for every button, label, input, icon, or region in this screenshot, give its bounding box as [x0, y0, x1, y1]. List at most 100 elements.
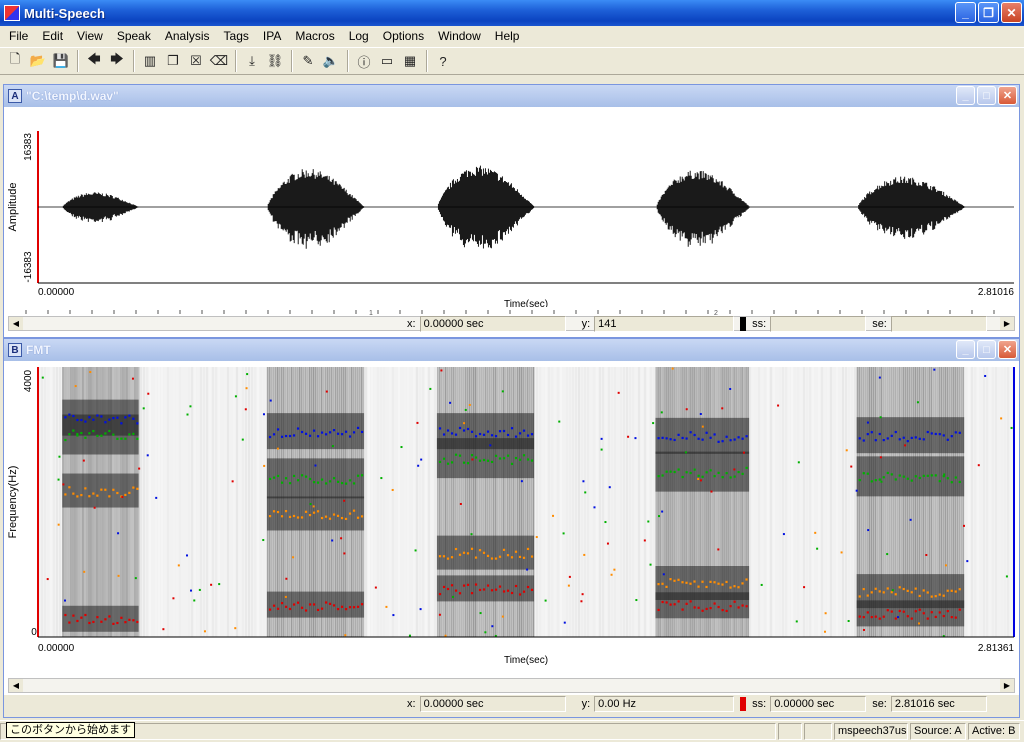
formant-point-f3	[462, 461, 466, 464]
formant-noise-point	[710, 490, 713, 493]
formant-point-f2	[526, 547, 530, 551]
formant-window-titlebar[interactable]: B FMT _ □ ✕	[4, 339, 1019, 361]
arrow-right-icon[interactable]: 🡆	[106, 50, 128, 72]
formant-noise-point	[581, 593, 584, 596]
close-windows-icon[interactable]: ☒	[185, 50, 207, 72]
waveform-close-button[interactable]: ✕	[998, 86, 1017, 105]
formant-point-f4	[324, 433, 328, 436]
formant-point-f2	[68, 486, 71, 489]
info-icon[interactable]: ⓘ	[353, 50, 375, 72]
formant-point-f1	[466, 583, 470, 586]
formant-noise-point	[671, 367, 674, 370]
formant-point-f2	[673, 579, 676, 582]
formant-point-f3	[922, 474, 925, 477]
save-disk-icon[interactable]: 💾	[50, 50, 72, 72]
formant-point-f1	[360, 603, 364, 606]
formant-point-f3	[701, 475, 704, 478]
menu-tags[interactable]: Tags	[217, 29, 256, 43]
arrow-left-icon[interactable]: 🡄	[83, 50, 105, 72]
formant-point-f2	[356, 516, 360, 519]
formant-point-f4	[510, 427, 514, 430]
formant-maximize-button[interactable]: □	[977, 340, 996, 359]
menu-window[interactable]: Window	[431, 29, 488, 43]
formant-point-f1	[518, 593, 522, 596]
copy-windows-icon[interactable]: ❐	[162, 50, 184, 72]
status-bar: mspeech37use Source: A Active: B	[0, 720, 1024, 742]
help-question-icon[interactable]: ?	[432, 50, 454, 72]
formant-point-f1	[930, 611, 933, 614]
speaker-icon[interactable]: 🔈	[320, 50, 342, 72]
menu-view[interactable]: View	[70, 29, 110, 43]
minimize-button[interactable]: _	[955, 2, 976, 23]
menu-edit[interactable]: Edit	[35, 29, 70, 43]
formant-point-f4	[721, 440, 724, 443]
title-bar[interactable]: Multi-Speech _ ❐ ✕	[0, 0, 1024, 26]
waveform-window-titlebar[interactable]: A "C:\temp\d.wav" _ □ ✕	[4, 85, 1019, 107]
microphone-icon[interactable]: ✎	[297, 50, 319, 72]
menu-options[interactable]: Options	[376, 29, 431, 43]
waveform-maximize-button[interactable]: □	[977, 86, 996, 105]
formant-point-f3	[914, 475, 917, 478]
formant-minimize-button[interactable]: _	[956, 340, 975, 359]
formant-noise-point	[977, 464, 980, 467]
formant-noise-point	[459, 502, 462, 505]
formant-point-f2	[450, 556, 454, 559]
formant-noise-point	[1000, 417, 1003, 420]
formant-point-f3	[934, 474, 937, 477]
waveform-minimize-button[interactable]: _	[956, 86, 975, 105]
menu-speak[interactable]: Speak	[110, 29, 158, 43]
link-chain-icon[interactable]: ⛓	[264, 50, 286, 72]
toolbar-separator	[77, 50, 79, 72]
formant-point-f1	[950, 616, 953, 619]
formant-point-f4	[870, 431, 873, 434]
formant-point-f1	[906, 615, 909, 618]
formant-point-f3	[669, 470, 672, 473]
window-layout-icon[interactable]: ▭	[376, 50, 398, 72]
formant-point-f3	[874, 479, 877, 482]
formant-chart[interactable]: Frequency(Hz) 4000 00.00000 2.81361 Time(sec…	[4, 361, 1019, 681]
formant-point-f2	[745, 578, 748, 581]
formant-point-f2	[685, 581, 688, 584]
formant-point-f2	[308, 514, 312, 517]
waveform-coordinates: x: 0.00000 sec y: 141 ss: se:	[399, 315, 987, 333]
formant-point-f1	[502, 590, 506, 593]
menu-ipa[interactable]: IPA	[256, 29, 288, 43]
scroll-right-arrow-icon[interactable]: ▶	[1000, 679, 1014, 692]
formant-noise-point	[210, 583, 213, 586]
formant-noise-point	[419, 608, 422, 611]
menu-log[interactable]: Log	[342, 29, 376, 43]
table-grid-icon[interactable]: ▦	[399, 50, 421, 72]
menu-file[interactable]: File	[2, 29, 35, 43]
formant-point-f1	[938, 611, 941, 614]
formant-point-f3	[677, 468, 680, 471]
formant-point-f1	[132, 619, 135, 622]
y-readout: 0.00 Hz	[594, 696, 735, 712]
restore-button[interactable]: ❐	[978, 2, 999, 23]
formant-point-f1	[661, 600, 664, 604]
formant-point-f3	[68, 433, 71, 436]
waveform-chart[interactable]: Amplitude 16383 -16383 0.00000 2.81016 Time(s…	[4, 107, 1019, 307]
scroll-left-arrow-icon[interactable]: ◀	[9, 679, 23, 692]
formant-noise-point	[343, 499, 346, 502]
formant-point-f1	[713, 602, 716, 605]
formant-point-f4	[80, 418, 83, 422]
scroll-right-arrow-icon[interactable]: ▶	[1000, 317, 1014, 330]
eraser-icon[interactable]: ⌫	[208, 50, 230, 72]
formant-close-button[interactable]: ✕	[998, 340, 1017, 359]
open-folder-icon[interactable]: 📂	[27, 50, 49, 72]
menu-analysis[interactable]: Analysis	[158, 29, 217, 43]
new-file-icon[interactable]: 🗋	[4, 50, 26, 72]
formant-noise-point	[782, 533, 785, 536]
scroll-left-arrow-icon[interactable]: ◀	[9, 317, 23, 330]
formant-horizontal-scrollbar[interactable]: ◀ ▶	[8, 678, 1015, 693]
formant-point-f2	[360, 515, 364, 518]
download-arrow-icon[interactable]: ⤓	[241, 50, 263, 72]
color-bars-icon[interactable]: ▥	[139, 50, 161, 72]
formant-point-f3	[128, 433, 131, 436]
close-button[interactable]: ✕	[1001, 2, 1022, 23]
formant-point-f3	[482, 458, 486, 462]
menu-macros[interactable]: Macros	[288, 29, 341, 43]
app-logo-icon[interactable]	[4, 5, 20, 21]
formant-noise-point	[880, 480, 883, 483]
menu-help[interactable]: Help	[488, 29, 527, 43]
